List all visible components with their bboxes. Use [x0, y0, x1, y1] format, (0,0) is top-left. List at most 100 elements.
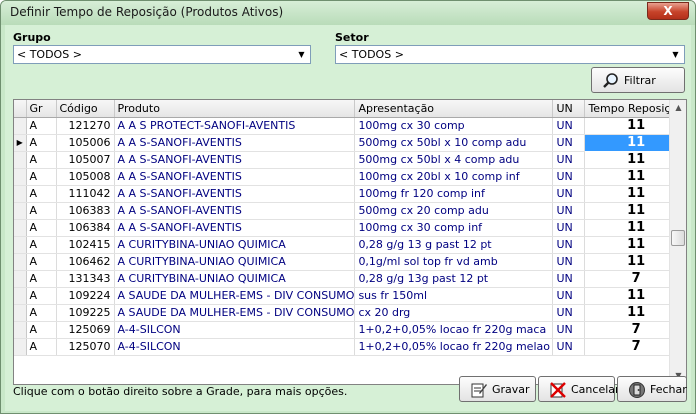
header-un[interactable]: UN: [552, 100, 586, 118]
close-button[interactable]: X: [647, 2, 689, 20]
cell-un[interactable]: UN: [552, 338, 586, 356]
table-row[interactable]: A 102415 A CURITYBINA-UNIAO QUIMICA 0,28 g/…: [14, 236, 685, 254]
cell-apresentacao[interactable]: 0,28 g/g 13g past 12 pt: [354, 270, 554, 288]
setor-select[interactable]: < TODOS > ▼: [335, 45, 685, 64]
cell-produto[interactable]: A A S-SANOFI-AVENTIS: [114, 151, 356, 169]
table-row[interactable]: A 125069 A-4-SILCON 1+0,2+0,05% locao fr 22…: [14, 321, 685, 339]
scroll-up-icon[interactable]: ▲: [671, 100, 686, 116]
cell-gr[interactable]: A: [26, 321, 57, 339]
cell-gr[interactable]: A: [26, 168, 57, 186]
cell-apresentacao[interactable]: 500mg cx 20 comp adu: [354, 202, 554, 220]
vertical-scrollbar[interactable]: ▲ ▼: [669, 100, 686, 384]
table-row[interactable]: A 109224 A SAUDE DA MULHER-EMS - DIV CONSU…: [14, 287, 685, 305]
row-indicator[interactable]: [14, 321, 27, 339]
cell-gr[interactable]: A: [26, 134, 57, 152]
cell-gr[interactable]: A: [26, 287, 57, 305]
cell-gr[interactable]: A: [26, 151, 57, 169]
cell-apresentacao[interactable]: 500mg cx 50bl x 10 comp adu: [354, 134, 554, 152]
cell-apresentacao[interactable]: 100mg cx 30 comp inf: [354, 219, 554, 237]
table-row[interactable]: A 106383 A A S-SANOFI-AVENTIS 500mg cx 20 c…: [14, 202, 685, 220]
cell-produto[interactable]: A-4-SILCON: [114, 338, 356, 356]
products-grid[interactable]: Gr Código Produto Apresentação UN Tempo …: [13, 99, 687, 385]
chevron-down-icon[interactable]: ▼: [294, 47, 309, 62]
cell-apresentacao[interactable]: 0,1g/ml sol top fr vd amb: [354, 253, 554, 271]
row-indicator[interactable]: [14, 338, 27, 356]
table-row[interactable]: A 125070 A-4-SILCON 1+0,2+0,05% locao fr 22…: [14, 338, 685, 356]
cell-un[interactable]: UN: [552, 151, 586, 169]
cell-codigo[interactable]: 109225: [56, 304, 115, 322]
cell-un[interactable]: UN: [552, 304, 586, 322]
cell-produto[interactable]: A CURITYBINA-UNIAO QUIMICA: [114, 270, 356, 288]
cell-apresentacao[interactable]: 1+0,2+0,05% locao fr 220g maca: [354, 321, 554, 339]
cell-gr[interactable]: A: [26, 236, 57, 254]
cell-apresentacao[interactable]: 500mg cx 50bl x 4 comp adu: [354, 151, 554, 169]
row-indicator[interactable]: [14, 202, 27, 220]
header-gr[interactable]: Gr: [26, 100, 57, 118]
cell-produto[interactable]: A A S-SANOFI-AVENTIS: [114, 202, 356, 220]
table-row[interactable]: A 106462 A CURITYBINA-UNIAO QUIMICA 0,1g/ml…: [14, 253, 685, 271]
table-row[interactable]: A 105008 A A S-SANOFI-AVENTIS 100mg cx 20bl…: [14, 168, 685, 186]
cell-un[interactable]: UN: [552, 236, 586, 254]
cell-produto[interactable]: A CURITYBINA-UNIAO QUIMICA: [114, 253, 356, 271]
row-indicator[interactable]: [14, 236, 27, 254]
filtrar-button[interactable]: Filtrar: [591, 67, 685, 93]
table-row[interactable]: A 131343 A CURITYBINA-UNIAO QUIMICA 0,28 g/…: [14, 270, 685, 288]
cell-codigo[interactable]: 125069: [56, 321, 115, 339]
cell-codigo[interactable]: 131343: [56, 270, 115, 288]
cell-apresentacao[interactable]: 100mg cx 20bl x 10 comp inf: [354, 168, 554, 186]
table-row[interactable]: A 106384 A A S-SANOFI-AVENTIS 100mg cx 30 c…: [14, 219, 685, 237]
cell-produto[interactable]: A A S-SANOFI-AVENTIS: [114, 219, 356, 237]
cell-un[interactable]: UN: [552, 168, 586, 186]
cell-apresentacao[interactable]: cx 20 drg: [354, 304, 554, 322]
cell-un[interactable]: UN: [552, 219, 586, 237]
cell-un[interactable]: UN: [552, 117, 586, 135]
scroll-thumb[interactable]: [671, 230, 685, 246]
row-indicator[interactable]: [14, 287, 27, 305]
cell-codigo[interactable]: 109224: [56, 287, 115, 305]
cell-codigo[interactable]: 106462: [56, 253, 115, 271]
cell-produto[interactable]: A A S PROTECT-SANOFI-AVENTIS: [114, 117, 356, 135]
row-indicator[interactable]: [14, 151, 27, 169]
cell-un[interactable]: UN: [552, 287, 586, 305]
cell-apresentacao[interactable]: 100mg fr 120 comp inf: [354, 185, 554, 203]
cell-codigo[interactable]: 105008: [56, 168, 115, 186]
cell-produto[interactable]: A A S-SANOFI-AVENTIS: [114, 134, 356, 152]
grupo-select[interactable]: < TODOS > ▼: [13, 45, 311, 64]
cell-apresentacao[interactable]: 1+0,2+0,05% locao fr 220g melao: [354, 338, 554, 356]
table-row[interactable]: ▶ A 105006 A A S-SANOFI-AVENTIS 500mg cx 50b…: [14, 133, 685, 152]
table-row[interactable]: A 109225 A SAUDE DA MULHER-EMS - DIV CONSU…: [14, 304, 685, 322]
cell-un[interactable]: UN: [552, 185, 586, 203]
row-pointer-icon[interactable]: ▶: [14, 134, 27, 152]
cell-apresentacao[interactable]: 0,28 g/g 13 g past 12 pt: [354, 236, 554, 254]
header-apresentacao[interactable]: Apresentação: [354, 100, 554, 118]
cell-produto[interactable]: A A S-SANOFI-AVENTIS: [114, 168, 356, 186]
cell-codigo[interactable]: 102415: [56, 236, 115, 254]
cell-codigo[interactable]: 106384: [56, 219, 115, 237]
row-indicator[interactable]: [14, 185, 27, 203]
cell-un[interactable]: UN: [552, 321, 586, 339]
cell-apresentacao[interactable]: sus fr 150ml: [354, 287, 554, 305]
cell-gr[interactable]: A: [26, 270, 57, 288]
cell-codigo[interactable]: 121270: [56, 117, 115, 135]
table-row[interactable]: A 121270 A A S PROTECT-SANOFI-AVENTIS 100mg…: [14, 117, 685, 135]
cell-codigo[interactable]: 106383: [56, 202, 115, 220]
row-indicator[interactable]: [14, 219, 27, 237]
cell-codigo[interactable]: 125070: [56, 338, 115, 356]
cell-gr[interactable]: A: [26, 253, 57, 271]
cell-gr[interactable]: A: [26, 304, 57, 322]
row-indicator[interactable]: [14, 304, 27, 322]
cancelar-button[interactable]: Cancelar: [538, 376, 620, 402]
cell-codigo[interactable]: 105006: [56, 134, 115, 152]
cell-gr[interactable]: A: [26, 219, 57, 237]
row-indicator[interactable]: [14, 270, 27, 288]
table-row[interactable]: A 105007 A A S-SANOFI-AVENTIS 500mg cx 50bl…: [14, 151, 685, 169]
cell-un[interactable]: UN: [552, 270, 586, 288]
chevron-down-icon[interactable]: ▼: [668, 47, 683, 62]
header-codigo[interactable]: Código: [56, 100, 115, 118]
table-row[interactable]: A 111042 A A S-SANOFI-AVENTIS 100mg fr 120 …: [14, 185, 685, 203]
cell-un[interactable]: UN: [552, 134, 586, 152]
gravar-button[interactable]: Gravar: [459, 376, 536, 402]
fechar-button[interactable]: Fechar: [617, 376, 687, 402]
cell-codigo[interactable]: 111042: [56, 185, 115, 203]
cell-produto[interactable]: A SAUDE DA MULHER-EMS - DIV CONSUMO: [114, 287, 356, 305]
